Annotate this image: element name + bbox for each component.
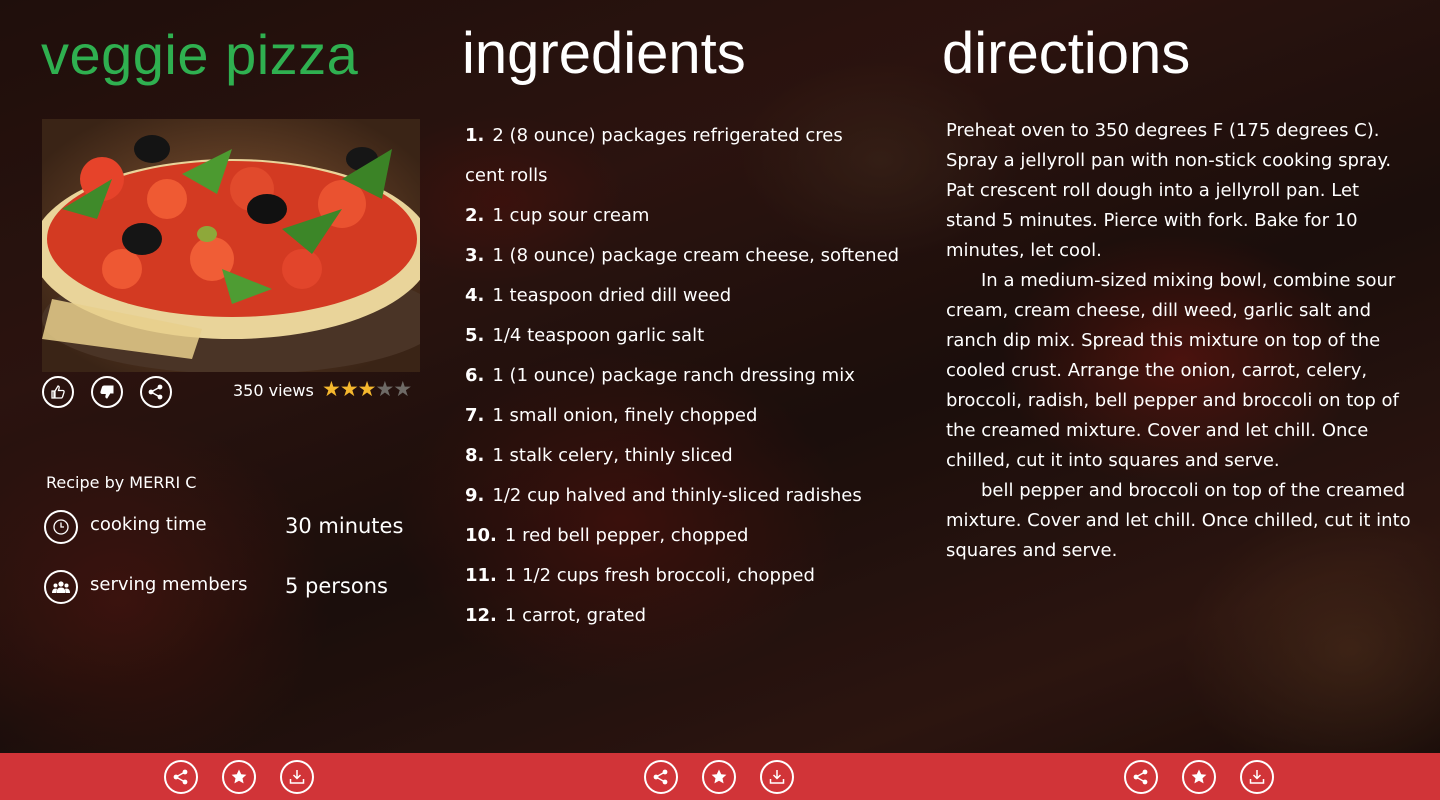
directions-paragraph: bell pepper and broccoli on top of the c…	[946, 480, 1411, 561]
directions-paragraph: In a medium-sized mixing bowl, combine s…	[946, 270, 1399, 471]
ingredient-number: 8.	[465, 445, 485, 466]
star-icon	[710, 768, 728, 786]
author-name: MERRI C	[129, 473, 197, 492]
ingredient-text: 2 (8 ounce) packages refrigerated cres	[492, 125, 843, 146]
ingredient-item: 1. 2 (8 ounce) packages refrigerated cres	[465, 116, 905, 156]
appbar-favorite-button[interactable]	[702, 760, 736, 794]
ingredients-heading: ingredients	[462, 21, 746, 86]
star-icon	[230, 768, 248, 786]
view-count: 350 views	[233, 381, 314, 400]
ingredient-number: 4.	[465, 285, 485, 306]
ingredient-item: 6. 1 (1 ounce) package ranch dressing mix	[465, 356, 905, 396]
ingredient-number: 11.	[465, 565, 497, 586]
ingredient-item: 7. 1 small onion, finely chopped	[465, 396, 905, 436]
ingredient-item: 8. 1 stalk celery, thinly sliced	[465, 436, 905, 476]
thumbs-down-icon	[100, 385, 114, 399]
ingredient-text: 1 red bell pepper, chopped	[504, 525, 749, 546]
ingredient-text: 1 (8 ounce) package cream cheese, soften…	[492, 245, 900, 266]
ingredient-item: 11. 1 1/2 cups fresh broccoli, chopped	[465, 556, 905, 596]
appbar-share-button[interactable]	[164, 760, 198, 794]
ingredient-number: 5.	[465, 325, 485, 346]
appbar-download-button[interactable]	[760, 760, 794, 794]
ingredient-item: cent rolls	[465, 156, 905, 196]
ingredient-number: 12.	[465, 605, 497, 626]
recipe-author: Recipe by MERRI C	[46, 473, 196, 492]
thumbs-up-icon	[51, 385, 65, 399]
serving-value: 5 persons	[285, 574, 388, 598]
ingredient-number: 2.	[465, 205, 485, 226]
download-icon	[1248, 768, 1266, 786]
cooking-time-value: 30 minutes	[285, 514, 404, 538]
download-icon	[768, 768, 786, 786]
people-icon	[44, 570, 78, 604]
star-icon	[1190, 768, 1208, 786]
ingredient-item: 10. 1 red bell pepper, chopped	[465, 516, 905, 556]
ingredient-text: 1 cup sour cream	[492, 205, 650, 226]
dislike-button[interactable]	[91, 376, 123, 408]
ingredient-list: 1. 2 (8 ounce) packages refrigerated cres…	[465, 116, 905, 636]
ingredient-text: 1 small onion, finely chopped	[492, 405, 758, 426]
appbar-share-button[interactable]	[1124, 760, 1158, 794]
cooking-time-row: cooking time 30 minutes	[44, 510, 403, 544]
share-icon	[172, 768, 190, 786]
recipe-photo	[42, 119, 420, 372]
share-icon	[652, 768, 670, 786]
star-empty-icon[interactable]: ★	[393, 377, 412, 401]
share-button[interactable]	[140, 376, 172, 408]
ingredient-number: 10.	[465, 525, 497, 546]
ingredient-number: 9.	[465, 485, 485, 506]
recipe-actions	[42, 376, 172, 408]
serving-row: serving members 5 persons	[44, 570, 388, 604]
ingredient-text: 1 1/2 cups fresh broccoli, chopped	[504, 565, 815, 586]
like-button[interactable]	[42, 376, 74, 408]
ingredient-item: 3. 1 (8 ounce) package cream cheese, soft…	[465, 236, 905, 276]
directions-heading: directions	[942, 21, 1191, 86]
ingredient-number: 7.	[465, 405, 485, 426]
ingredient-item: 2. 1 cup sour cream	[465, 196, 905, 236]
share-icon	[148, 384, 163, 400]
download-icon	[288, 768, 306, 786]
ingredient-item: 4. 1 teaspoon dried dill weed	[465, 276, 905, 316]
recipe-by-label: Recipe by	[46, 473, 125, 492]
ingredient-item: 5. 1/4 teaspoon garlic salt	[465, 316, 905, 356]
directions-text: Preheat oven to 350 degrees F (175 degre…	[946, 116, 1414, 566]
star-filled-icon[interactable]: ★	[358, 377, 377, 401]
serving-label: serving members	[90, 574, 248, 595]
recipe-title: veggie pizza	[41, 23, 359, 86]
ingredient-text: 1 (1 ounce) package ranch dressing mix	[492, 365, 855, 386]
appbar-favorite-button[interactable]	[1182, 760, 1216, 794]
star-filled-icon[interactable]: ★	[340, 377, 359, 401]
clock-icon	[44, 510, 78, 544]
ingredient-text: 1/2 cup halved and thinly-sliced radishe…	[492, 485, 862, 506]
ingredient-text: 1 stalk celery, thinly sliced	[492, 445, 733, 466]
ingredient-text: 1 teaspoon dried dill weed	[492, 285, 732, 306]
ingredient-item: 12. 1 carrot, grated	[465, 596, 905, 636]
ingredient-number: 6.	[465, 365, 485, 386]
share-icon	[1132, 768, 1150, 786]
star-rating[interactable]: ★★★★★	[322, 377, 412, 401]
ingredient-number: 3.	[465, 245, 485, 266]
ingredient-number: 1.	[465, 125, 485, 146]
ingredient-item: 9. 1/2 cup halved and thinly-sliced radis…	[465, 476, 905, 516]
ingredient-text: cent rolls	[465, 165, 548, 186]
directions-paragraph: Preheat oven to 350 degrees F (175 degre…	[946, 120, 1392, 261]
ingredient-text: 1 carrot, grated	[504, 605, 647, 626]
star-filled-icon[interactable]: ★	[322, 377, 341, 401]
appbar-download-button[interactable]	[1240, 760, 1274, 794]
appbar-favorite-button[interactable]	[222, 760, 256, 794]
ingredient-text: 1/4 teaspoon garlic salt	[492, 325, 705, 346]
star-empty-icon[interactable]: ★	[375, 377, 394, 401]
appbar-download-button[interactable]	[280, 760, 314, 794]
appbar-share-button[interactable]	[644, 760, 678, 794]
cooking-time-label: cooking time	[90, 514, 207, 535]
